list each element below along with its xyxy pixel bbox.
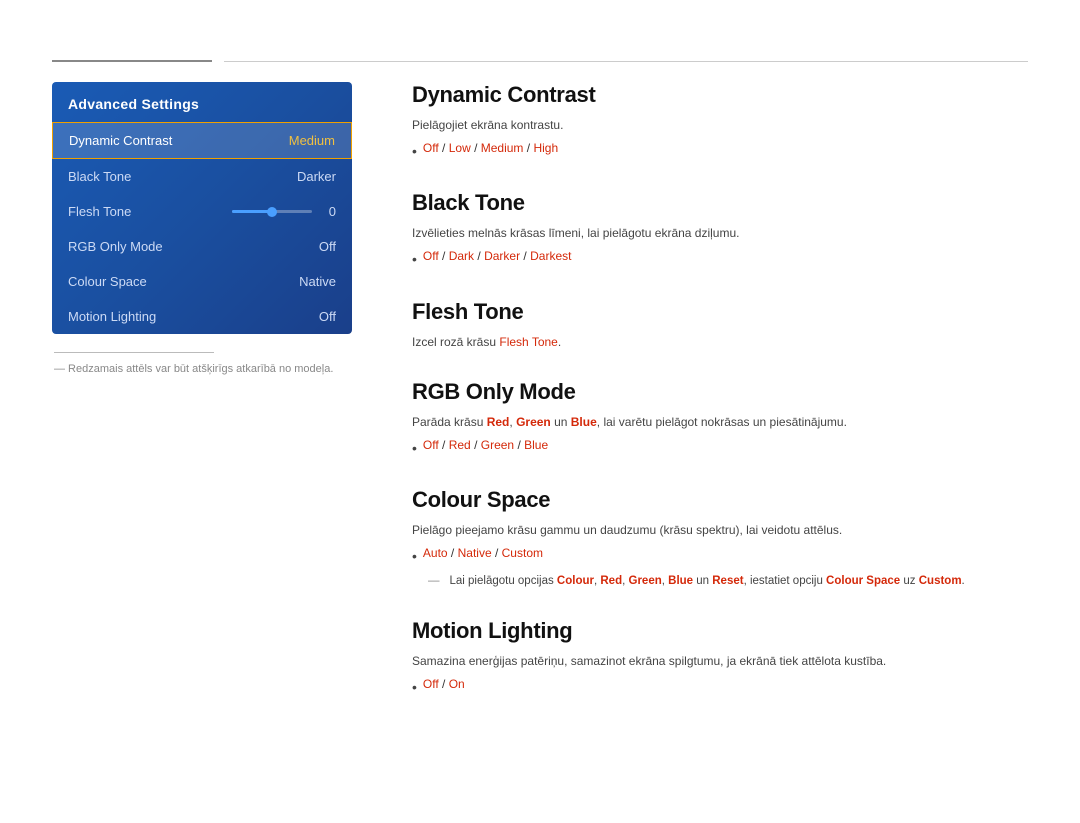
opt-off: Off xyxy=(423,141,439,155)
section-colour-space: Colour Space Pielāgo pieejamo krāsu gamm… xyxy=(412,487,1028,590)
menu-label-motion-lighting: Motion Lighting xyxy=(68,309,156,324)
section-title-flesh-tone: Flesh Tone xyxy=(412,299,1028,325)
section-dynamic-contrast: Dynamic Contrast Pielāgojiet ekrāna kont… xyxy=(412,82,1028,162)
note-line xyxy=(54,352,214,353)
menu-item-colour-space[interactable]: Colour Space Native xyxy=(52,264,352,299)
menu-item-dynamic-contrast[interactable]: Dynamic Contrast Medium xyxy=(52,122,352,159)
settings-title: Advanced Settings xyxy=(52,82,352,122)
section-desc-colour-space: Pielāgo pieejamo krāsu gammu un daudzumu… xyxy=(412,521,1028,539)
bullet-dot-3: • xyxy=(412,437,417,459)
section-motion-lighting: Motion Lighting Samazina enerģijas patēr… xyxy=(412,618,1028,698)
menu-label-dynamic-contrast: Dynamic Contrast xyxy=(69,133,172,148)
bullet-text-dynamic-contrast: Off / Low / Medium / High xyxy=(423,139,558,158)
menu-label-rgb-only-mode: RGB Only Mode xyxy=(68,239,163,254)
menu-value-dynamic-contrast: Medium xyxy=(289,133,335,148)
bullet-text-colour-space: Auto / Native / Custom xyxy=(423,544,543,563)
menu-item-black-tone[interactable]: Black Tone Darker xyxy=(52,159,352,194)
bullet-rgb-only-mode: • Off / Red / Green / Blue xyxy=(412,436,1028,459)
colour-space-indent-note: — Lai pielāgotu opcijas Colour, Red, Gre… xyxy=(428,573,1028,590)
bullet-dot-5: • xyxy=(412,676,417,698)
bullet-text-rgb-only-mode: Off / Red / Green / Blue xyxy=(423,436,548,455)
section-desc-motion-lighting: Samazina enerģijas patēriņu, samazinot e… xyxy=(412,652,1028,670)
menu-item-rgb-only-mode[interactable]: RGB Only Mode Off xyxy=(52,229,352,264)
note-text: — Redzamais attēls var būt atšķirīgs atk… xyxy=(54,361,350,378)
menu-value-colour-space: Native xyxy=(299,274,336,289)
section-desc-dynamic-contrast: Pielāgojiet ekrāna kontrastu. xyxy=(412,116,1028,134)
section-desc-flesh-tone: Izcel rozā krāsu Flesh Tone. xyxy=(412,333,1028,351)
bullet-dot-2: • xyxy=(412,248,417,270)
section-rgb-only-mode: RGB Only Mode Parāda krāsu Red, Green un… xyxy=(412,379,1028,459)
section-black-tone: Black Tone Izvēlieties melnās krāsas līm… xyxy=(412,190,1028,270)
bullet-black-tone: • Off / Dark / Darker / Darkest xyxy=(412,247,1028,270)
flesh-tone-value: 0 xyxy=(320,204,336,219)
settings-box: Advanced Settings Dynamic Contrast Mediu… xyxy=(52,82,352,334)
colour-space-note-text: Lai pielāgotu opcijas Colour, Red, Green… xyxy=(450,573,965,590)
menu-label-flesh-tone: Flesh Tone xyxy=(68,204,131,219)
bullet-motion-lighting: • Off / On xyxy=(412,675,1028,698)
section-title-black-tone: Black Tone xyxy=(412,190,1028,216)
bullet-dynamic-contrast: • Off / Low / Medium / High xyxy=(412,139,1028,162)
bullet-dot: • xyxy=(412,140,417,162)
divider-short xyxy=(52,60,212,62)
menu-value-rgb-only-mode: Off xyxy=(319,239,336,254)
section-title-dynamic-contrast: Dynamic Contrast xyxy=(412,82,1028,108)
section-title-colour-space: Colour Space xyxy=(412,487,1028,513)
em-dash: — xyxy=(428,573,440,590)
menu-item-motion-lighting[interactable]: Motion Lighting Off xyxy=(52,299,352,334)
slider-fill xyxy=(232,210,272,213)
bullet-dot-4: • xyxy=(412,545,417,567)
divider-long xyxy=(224,61,1028,62)
section-title-motion-lighting: Motion Lighting xyxy=(412,618,1028,644)
menu-label-black-tone: Black Tone xyxy=(68,169,131,184)
top-dividers xyxy=(0,60,1080,62)
section-desc-rgb-only-mode: Parāda krāsu Red, Green un Blue, lai var… xyxy=(412,413,1028,431)
slider-thumb xyxy=(267,207,277,217)
menu-value-black-tone: Darker xyxy=(297,169,336,184)
bullet-text-motion-lighting: Off / On xyxy=(423,675,465,694)
section-title-rgb-only-mode: RGB Only Mode xyxy=(412,379,1028,405)
section-desc-black-tone: Izvēlieties melnās krāsas līmeni, lai pi… xyxy=(412,224,1028,242)
menu-value-motion-lighting: Off xyxy=(319,309,336,324)
menu-item-flesh-tone[interactable]: Flesh Tone 0 xyxy=(52,194,352,229)
left-panel: Advanced Settings Dynamic Contrast Mediu… xyxy=(52,82,352,726)
flesh-tone-slider[interactable] xyxy=(232,210,312,213)
right-content: Dynamic Contrast Pielāgojiet ekrāna kont… xyxy=(412,82,1028,726)
main-layout: Advanced Settings Dynamic Contrast Mediu… xyxy=(0,82,1080,726)
flesh-tone-control: 0 xyxy=(232,204,336,219)
note-section: — Redzamais attēls var būt atšķirīgs atk… xyxy=(52,352,352,378)
bullet-colour-space: • Auto / Native / Custom xyxy=(412,544,1028,567)
menu-label-colour-space: Colour Space xyxy=(68,274,147,289)
section-flesh-tone: Flesh Tone Izcel rozā krāsu Flesh Tone. xyxy=(412,299,1028,351)
bullet-text-black-tone: Off / Dark / Darker / Darkest xyxy=(423,247,572,266)
